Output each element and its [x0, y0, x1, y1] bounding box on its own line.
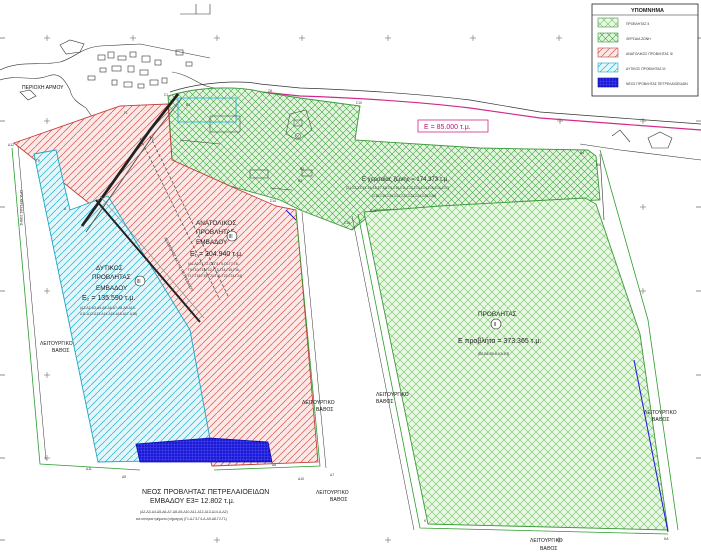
label-dytikos-3: ΕΜΒΑΔΟΥ — [96, 285, 128, 292]
legend: ΥΠΟΜΝΗΜΑ ΠΡΟΒΛΗΤΑΣ ΙΙ ΧΕΡΣΑΙΑ ΖΩΝΗ ΑΝΑΤΟ… — [591, 3, 699, 97]
point-k: Κ — [424, 519, 427, 523]
label-problitas-codes: (Β2-Β4-Β5-Κ-ΚΑ-Κ3) — [478, 352, 509, 356]
point-ka: ΚΑ — [664, 537, 669, 541]
label-neos-2: ΕΜΒΑΔΟΥ E3= 12.802 τ.μ. — [150, 498, 235, 505]
label-roman-ii: II — [494, 322, 497, 328]
label-vathos-4: ΒΑΘΟΣ — [652, 417, 669, 423]
legend-label-west: ΔΥΤΙΚΟΣ ΠΡΟΒΛΗΤΑΣ ΙΙΙ — [626, 67, 665, 71]
label-roman-iii-east: III — [229, 234, 233, 240]
legend-label-oil: ΝΕΟΣ ΠΡΟΒΛΗΤΑΣ ΠΕΤΡΕΛΑΙΟΕΙΔΩΝ — [626, 82, 688, 86]
point-g2: Γ2 — [150, 137, 154, 141]
label-leitourgiko-2: ΛΕΙΤΟΥΡΓΙΚΟ — [302, 400, 335, 406]
label-anatolikos-area: E₁ = 204.940 τ.μ. — [190, 251, 243, 258]
point-s15: Σ15 — [344, 221, 350, 225]
point-g9: Γ9 — [36, 159, 40, 163]
legend-title: ΥΠΟΜΝΗΜΑ — [631, 8, 664, 14]
label-vathos-3: ΒΑΘΟΣ — [376, 399, 393, 405]
legend-swatch-land — [597, 32, 619, 43]
pier-ii — [363, 197, 669, 531]
label-vathos-6: ΒΑΘΟΣ — [540, 546, 557, 552]
harbor-zoning-map: ΠΕΡΙΟΧΗ ΑΡΜΟΥ E = 85.000 τ.μ. E χερσαίας… — [0, 3, 701, 552]
label-vathos-2: ΒΑΘΟΣ — [316, 407, 333, 413]
point-b5: Β5 — [596, 163, 600, 167]
label-anatolikos-codes3: Γ17-Γ18-Γ19-Γ20-Γ21-Γ22-Γ23-Γ24) — [188, 274, 242, 278]
label-leitourgiko-1: ΛΕΙΤΟΥΡΓΙΚΟ — [40, 341, 73, 347]
legend-swatch-east — [597, 47, 619, 58]
label-leitourgiko-6: ΛΕΙΤΟΥΡΓΙΚΟ — [530, 538, 563, 544]
label-anatolikos-codes2: Γ9-Γ10-Γ11-Γ12-Γ13-Γ14-Γ15-Γ16- — [188, 268, 240, 272]
label-leitourgiko-4: ΛΕΙΤΟΥΡΓΙΚΟ — [644, 410, 677, 416]
label-problitas: ΠΡΟΒΛΗΤΑΣ — [478, 311, 517, 318]
label-e-top: E = 85.000 τ.μ. — [424, 124, 471, 131]
label-xersaia: E χερσαίας ζώνης = 174.373 τ.μ. — [362, 177, 449, 183]
legend-label-pier-ii: ΠΡΟΒΛΗΤΑΣ ΙΙ — [626, 22, 649, 26]
label-oria: ΟΡΙΑ ΧΕΡΣΑΙΑΣ ΖΩΝΗΣ — [19, 190, 23, 226]
point-b2: Β2 — [300, 167, 304, 171]
label-xersaia-codes: (Σ1-Σ2-Σ3-Σ4-Σ5-Σ6-Σ7-Σ8-Σ9-Σ10-Σ11-Σ12-… — [346, 186, 449, 190]
legend-label-east: ΑΝΑΤΟΛΙΚΟΣ ΠΡΟΒΛΗΤΑΣ ΙΙΙ — [626, 52, 673, 56]
point-s14: Σ14 — [270, 199, 276, 203]
label-anatolikos-codes: (Α1-Α2-Γ1-Γ2-Γ3-Γ4-Γ5-Γ6-Γ7-Γ8- — [188, 262, 239, 266]
label-xersaia-codes2: (Σ18-Σ19-Σ20-Σ21-Σ22-Σ23-Σ24-Σ25-Σ26) — [372, 194, 436, 198]
label-area-armou: ΠΕΡΙΟΧΗ ΑΡΜΟΥ — [22, 85, 64, 91]
legend-swatch-oil — [597, 77, 619, 88]
label-anatolikos-3: ΕΜΒΑΔΟΥ — [196, 239, 228, 246]
point-d11: Δ11 — [86, 467, 92, 471]
label-leitourgiko-3: ΛΕΙΤΟΥΡΓΙΚΟ — [376, 392, 409, 398]
legend-label-land: ΧΕΡΣΑΙΑ ΖΩΝΗ — [626, 37, 651, 41]
point-d8: Δ8 — [272, 463, 276, 467]
point-d9: Δ9 — [122, 475, 126, 479]
point-s10: Σ10 — [356, 101, 362, 105]
label-anatolikos-1: ΑΝΑΤΟΛΙΚΟΣ — [196, 220, 236, 227]
label-leitourgiko-5: ΛΕΙΤΟΥΡΓΙΚΟ — [316, 490, 349, 496]
label-dytikos-2: ΠΡΟΒΛΗΤΑΣ — [92, 274, 131, 281]
label-problitas-area: E προβλήτα = 373.365 τ.μ. — [458, 338, 541, 345]
label-vathos-1: ΒΑΘΟΣ — [52, 348, 69, 354]
label-neos-1: ΝΕΟΣ ΠΡΟΒΛΗΤΑΣ ΠΕΤΡΕΛΑΙΟΕΙΔΩΝ — [142, 489, 269, 496]
point-d7: Δ7 — [330, 473, 334, 477]
legend-swatch-pier-ii — [597, 17, 619, 28]
point-d12: Δ12 — [8, 143, 14, 147]
label-dytikos-1: ΔΥΤΙΚΟΣ — [96, 265, 123, 272]
label-neos-codes: (Δ2-Δ3-Δ4-Δ5-Δ6-Δ7-Δ8-Δ9-Δ10-Δ11-Δ12-Δ13… — [140, 510, 228, 514]
point-s1: Σ1 — [164, 93, 168, 97]
label-roman-iii-west: III — [137, 279, 141, 285]
point-d10: Δ10 — [298, 477, 304, 481]
point-b3: Β3 — [298, 179, 302, 183]
point-s16: Σ16 — [370, 209, 376, 213]
point-g1: Γ1 — [124, 111, 128, 115]
point-b4: Β4 — [580, 151, 584, 155]
point-b1: Β1 — [186, 103, 190, 107]
label-dytikos-codes2: Δ11-Δ12-Δ13-Δ14-Δ15-Δ16-Δ17-Δ18) — [80, 312, 137, 316]
point-s8: Σ8 — [268, 89, 272, 93]
label-dytikos-codes: (Δ1-Δ2-Δ3-Δ4-Δ5-Δ6-Δ7-Δ8-Δ9-Δ10- — [80, 306, 136, 310]
label-vathos-5: ΒΑΘΟΣ — [330, 497, 347, 503]
label-dytikos-area: E₂ = 135.590 τ.μ. — [82, 295, 135, 302]
legend-swatch-west — [597, 62, 619, 73]
label-neos-codes2: και υπόγεια τμήματα (σήραγγα) (Γ1-Δ-Γ3-Γ… — [136, 517, 227, 521]
